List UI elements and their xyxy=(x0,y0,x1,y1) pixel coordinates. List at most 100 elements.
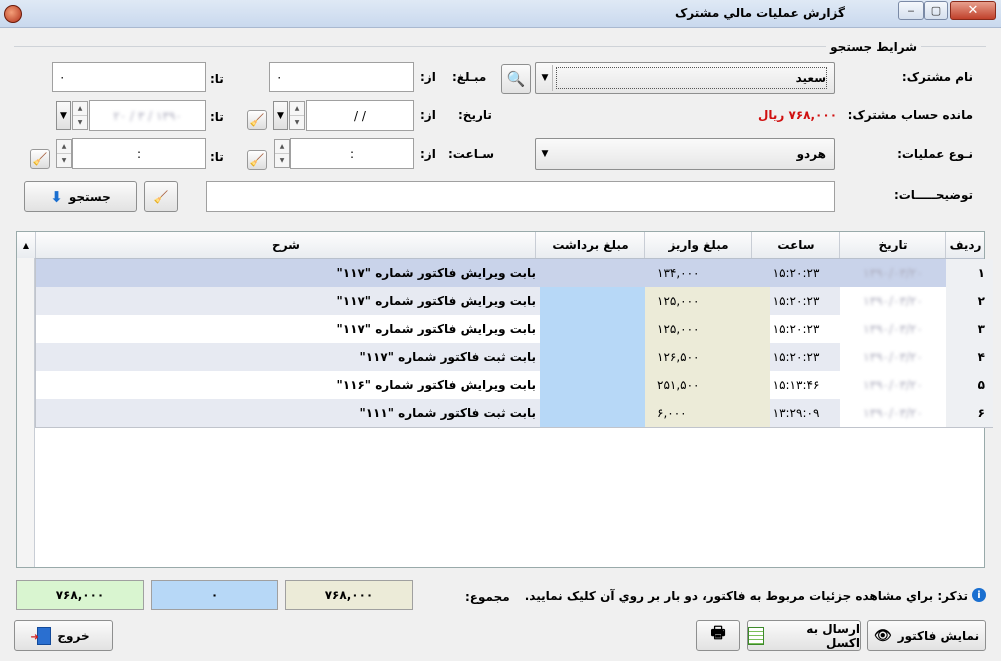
header-deposit[interactable]: مبلغ واريز xyxy=(644,232,752,258)
footer-note: تذکر: براي مشاهده جزئيات مربوط به فاکتور… xyxy=(524,589,968,603)
time-from-label: از: xyxy=(420,147,436,161)
printer-icon: 🖶 xyxy=(710,623,726,642)
search-group-title: شرايط جستجو xyxy=(826,40,921,54)
broom-icon: 🧹 xyxy=(249,153,265,167)
print-button[interactable]: 🖶 xyxy=(696,620,740,651)
optype-value: هردو xyxy=(796,147,826,161)
close-button[interactable]: ✕ xyxy=(950,1,996,20)
table-row[interactable]: ۶ ۱۳۹۰/۰۳/۲۰ ۱۳:۲۹:۰۹ ۶,۰۰۰ بابت ثبت فاکتور … xyxy=(35,399,993,428)
row-withdraw xyxy=(535,399,645,428)
row-deposit: ۲۵۱,۵۰۰ xyxy=(644,371,770,400)
time-from-spinner[interactable]: ▲ ▼ xyxy=(274,139,290,168)
down-icon: ▼ xyxy=(77,119,83,126)
customer-label: نام مشترک: xyxy=(901,70,973,84)
row-description: بابت ثبت فاکتور شماره "۱۱۱" xyxy=(35,399,540,428)
row-date: ۱۳۹۰/۰۳/۲۰ xyxy=(839,343,946,372)
date-to-spinner[interactable]: ▲ ▼ xyxy=(72,101,88,130)
amount-to-input[interactable]: ۰ xyxy=(52,62,206,92)
row-date: ۱۳۹۰/۰۳/۲۰ xyxy=(839,259,946,288)
balance-value: ۷۶۸,۰۰۰ ريال xyxy=(758,108,838,122)
export-excel-label: ارسال به اکسل xyxy=(806,621,860,650)
row-withdraw xyxy=(535,315,645,344)
row-deposit-text: ۱۲۶,۵۰۰ xyxy=(657,350,700,364)
app-icon[interactable] xyxy=(4,5,22,23)
row-deposit: ۱۳۴,۰۰۰ xyxy=(644,259,770,288)
table-row[interactable]: ۲ ۱۳۹۰/۰۳/۲۰ ۱۵:۲۰:۲۳ ۱۲۵,۰۰۰ بابت ويرايش فا… xyxy=(35,287,993,316)
row-withdraw xyxy=(535,343,645,372)
date-from-dropdown[interactable]: ▼ xyxy=(273,101,288,130)
exit-button[interactable]: خروج ➜ xyxy=(14,620,113,651)
clear-all-button[interactable]: 🧹 xyxy=(144,181,178,212)
row-description: بابت ويرايش فاکتور شماره "۱۱۶" xyxy=(35,371,540,400)
row-date-text: ۱۳۹۰/۰۳/۲۰ xyxy=(863,294,923,308)
broom-icon: 🧹 xyxy=(249,113,265,127)
total-label: مجموع: xyxy=(465,590,510,604)
row-date-text: ۱۳۹۰/۰۳/۲۰ xyxy=(863,378,923,392)
row-description: بابت ويرايش فاکتور شماره "۱۱۷" xyxy=(35,259,540,288)
restore-icon: ▢ xyxy=(930,4,942,17)
row-time-text: ۱۵:۲۰:۲۳ xyxy=(772,266,820,280)
optype-combo[interactable]: هردو ▼ xyxy=(535,138,835,170)
table-row[interactable]: ۱ ۱۳۹۰/۰۳/۲۰ ۱۵:۲۰:۲۳ ۱۳۴,۰۰۰ بابت ويرايش فا… xyxy=(35,259,993,288)
person-search-icon: 🔍 xyxy=(506,70,526,88)
description-input[interactable] xyxy=(206,181,835,212)
row-deposit-text: ۲۵۱,۵۰۰ xyxy=(657,378,700,392)
header-date[interactable]: تاريخ xyxy=(839,232,946,258)
row-description-text: بابت ويرايش فاکتور شماره "۱۱۷" xyxy=(336,266,536,280)
row-number-text: ۳ xyxy=(977,322,985,336)
exit-door-icon: ➜ xyxy=(30,626,52,645)
search-button[interactable]: جستجو ⬇ xyxy=(24,181,137,212)
date-to-dropdown[interactable]: ▼ xyxy=(56,101,71,130)
chevron-down-icon: ▼ xyxy=(277,110,284,121)
header-row-number[interactable]: رديف xyxy=(945,232,985,258)
table-row[interactable]: ۴ ۱۳۹۰/۰۳/۲۰ ۱۵:۲۰:۲۳ ۱۲۶,۵۰۰ بابت ثبت فاکتو… xyxy=(35,343,993,372)
clear-date-from-button[interactable]: 🧹 xyxy=(247,110,267,130)
amount-from-input[interactable]: ۰ xyxy=(269,62,414,92)
up-icon: ▲ xyxy=(290,102,304,116)
restore-button[interactable]: ▢ xyxy=(924,1,948,20)
table-scrollbar[interactable] xyxy=(17,258,35,567)
minimize-button[interactable]: ‒ xyxy=(898,1,924,20)
row-number: ۱ xyxy=(945,259,993,288)
optype-label: نـوع عمليات: xyxy=(897,147,973,161)
row-deposit: ۶,۰۰۰ xyxy=(644,399,770,428)
table-row[interactable]: ۳ ۱۳۹۰/۰۳/۲۰ ۱۵:۲۰:۲۳ ۱۲۵,۰۰۰ بابت ويرايش فا… xyxy=(35,315,993,344)
time-label: سـاعت: xyxy=(448,147,495,161)
title-bar xyxy=(0,0,1001,28)
time-from-input[interactable]: : xyxy=(290,138,414,169)
time-to-spinner[interactable]: ▲ ▼ xyxy=(56,139,72,168)
header-time[interactable]: ساعت xyxy=(751,232,840,258)
date-to-input[interactable]: ۱۳۹۰ / ۳ / ۲۰ xyxy=(89,100,206,131)
row-description-text: بابت ويرايش فاکتور شماره "۱۱۷" xyxy=(336,322,536,336)
row-number-text: ۱ xyxy=(977,266,985,280)
export-excel-button[interactable]: ارسال به اکسل xyxy=(747,620,861,651)
clear-time-to-button[interactable]: 🧹 xyxy=(30,149,50,169)
customer-lookup-button[interactable]: 🔍 xyxy=(501,64,531,94)
transactions-table[interactable]: رديف تاريخ ساعت مبلغ واريز مبلغ برداشت ش… xyxy=(16,231,993,568)
eye-icon: 👁 xyxy=(873,627,892,644)
show-invoice-button[interactable]: نمايش فاکتور 👁 xyxy=(867,620,986,651)
table-row[interactable]: ۵ ۱۳۹۰/۰۳/۲۰ ۱۵:۱۳:۴۶ ۲۵۱,۵۰۰ بابت ويرايش فا… xyxy=(35,371,993,400)
row-description-text: بابت ويرايش فاکتور شماره "۱۱۶" xyxy=(336,378,536,392)
focus-rect xyxy=(556,67,827,89)
row-time-text: ۱۵:۱۳:۴۶ xyxy=(772,378,820,392)
header-withdraw[interactable]: مبلغ برداشت xyxy=(535,232,645,258)
row-date: ۱۳۹۰/۰۳/۲۰ xyxy=(839,371,946,400)
total-withdraw: ۰ xyxy=(151,580,278,610)
row-deposit: ۱۲۵,۰۰۰ xyxy=(644,315,770,344)
up-icon: ▲ xyxy=(275,140,289,154)
total-balance: ۷۶۸,۰۰۰ xyxy=(16,580,144,610)
scroll-up-icon[interactable]: ▲ xyxy=(17,232,36,258)
row-number: ۵ xyxy=(945,371,993,400)
broom-icon: 🧹 xyxy=(153,189,169,204)
exit-label: خروج xyxy=(57,628,90,643)
row-time-text: ۱۳:۲۹:۰۹ xyxy=(772,406,820,420)
row-date-text: ۱۳۹۰/۰۳/۲۰ xyxy=(863,322,923,336)
clear-time-from-button[interactable]: 🧹 xyxy=(247,150,267,170)
row-date-text: ۱۳۹۰/۰۳/۲۰ xyxy=(863,350,923,364)
date-from-spinner[interactable]: ▲ ▼ xyxy=(289,101,305,130)
date-from-input[interactable]: / / xyxy=(306,100,414,131)
time-to-input[interactable]: : xyxy=(72,138,206,169)
date-to-label: تا: xyxy=(210,110,224,124)
header-description[interactable]: شرح xyxy=(35,232,536,258)
